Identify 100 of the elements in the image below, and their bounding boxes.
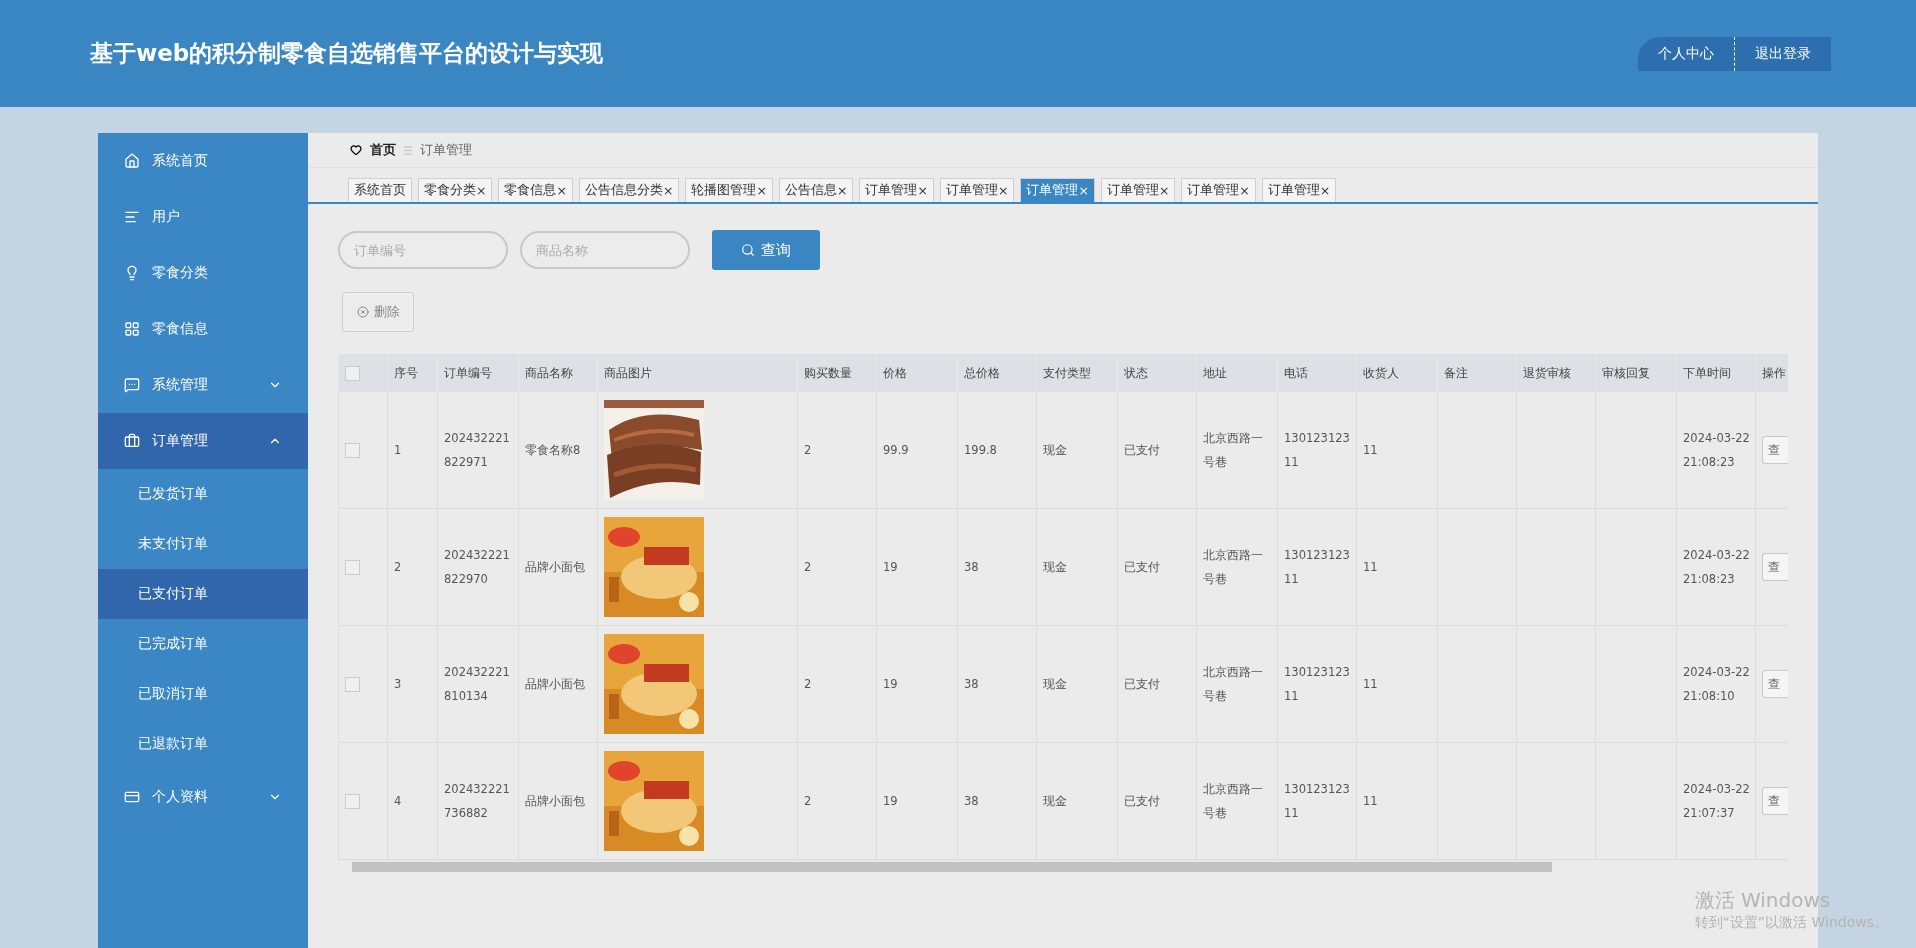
submenu-item[interactable]: 已取消订单	[98, 669, 308, 719]
table-cell: 202432221822970	[444, 547, 510, 586]
sidebar-item[interactable]: 用户	[98, 189, 308, 245]
sidebar-item[interactable]: 零食分类	[98, 245, 308, 301]
close-icon[interactable]: ×	[1158, 183, 1170, 198]
search-button[interactable]: 查询	[712, 230, 820, 270]
sidebar-item[interactable]: 零食信息	[98, 301, 308, 357]
table-cell: 199.8	[964, 442, 997, 457]
page-tab[interactable]: 订单管理×	[1020, 178, 1095, 202]
column-header: 序号	[394, 365, 418, 380]
table-cell: 北京西路一号巷	[1203, 430, 1263, 469]
close-icon[interactable]: ×	[756, 183, 767, 198]
header-link[interactable]: 个人中心	[1638, 36, 1734, 71]
table-cell: 品牌小面包	[525, 559, 585, 574]
menu-item-icon	[124, 321, 140, 337]
table-cell: 13012312311	[1284, 664, 1350, 703]
tab-label: 零食分类	[424, 182, 476, 199]
row-checkbox[interactable]	[345, 559, 360, 575]
column-header: 价格	[883, 365, 907, 380]
select-all-checkbox[interactable]	[345, 365, 360, 381]
sidebar-label: 个人资料	[152, 788, 209, 806]
page-tab[interactable]: 订单管理×	[1100, 178, 1176, 202]
close-icon[interactable]: ×	[1319, 183, 1331, 198]
row-checkbox[interactable]	[345, 793, 360, 809]
view-button[interactable]: 查	[1762, 553, 1788, 581]
table-cell: 19	[883, 793, 898, 808]
delete-button[interactable]: 删除	[342, 292, 414, 332]
column-header: 审核回复	[1602, 365, 1650, 380]
page-tab[interactable]: 零食信息×	[498, 178, 573, 202]
close-icon[interactable]: ×	[556, 183, 567, 198]
tab-label: 订单管理	[1026, 182, 1079, 199]
tab-label: 订单管理	[1187, 182, 1240, 199]
submenu-item[interactable]: 已支付订单	[98, 569, 308, 619]
heart-icon	[350, 144, 362, 156]
header-link[interactable]: 退出登录	[1734, 36, 1831, 71]
table-cell: 2	[804, 793, 812, 808]
column-header: 支付类型	[1043, 365, 1091, 380]
column-header: 备注	[1444, 365, 1468, 380]
sidebar-label: 系统管理	[152, 376, 209, 394]
table-cell: 北京西路一号巷	[1203, 547, 1263, 586]
table-cell: 2024-03-22 21:07:37	[1683, 781, 1750, 820]
separator-icon	[404, 145, 412, 155]
table-cell: 11	[1363, 793, 1378, 808]
view-button[interactable]: 查	[1762, 670, 1788, 698]
circle-x-icon	[356, 306, 369, 318]
column-header: 总价格	[964, 365, 1000, 380]
sidebar-item[interactable]: 系统首页	[98, 133, 308, 189]
submenu-item[interactable]: 已退款订单	[98, 719, 308, 769]
close-icon[interactable]: ×	[1239, 183, 1250, 198]
table-cell: 38	[964, 676, 979, 691]
page-tab[interactable]: 订单管理×	[1181, 178, 1256, 202]
close-icon[interactable]: ×	[997, 183, 1009, 198]
view-button[interactable]: 查	[1762, 436, 1788, 464]
view-button[interactable]: 查	[1762, 787, 1788, 815]
sidebar-label: 订单管理	[152, 432, 209, 450]
table-cell: 现金	[1043, 442, 1067, 457]
table-cell: 13012312311	[1284, 547, 1350, 586]
page-tab[interactable]: 系统首页	[348, 178, 412, 202]
sidebar-label: 零食分类	[152, 264, 209, 282]
row-checkbox[interactable]	[345, 442, 360, 458]
page-tab[interactable]: 公告信息分类×	[578, 178, 680, 202]
close-icon[interactable]: ×	[476, 183, 487, 198]
submenu-item[interactable]: 已发货订单	[98, 469, 308, 519]
breadcrumb-home[interactable]: 首页	[370, 141, 396, 159]
table-cell: 2	[804, 559, 812, 574]
sidebar-label: 用户	[152, 208, 181, 226]
close-icon[interactable]: ×	[836, 183, 848, 198]
page-tab[interactable]: 公告信息×	[778, 178, 854, 202]
close-icon[interactable]: ×	[1078, 183, 1089, 198]
page-tab[interactable]: 订单管理×	[939, 178, 1015, 202]
table-cell: 2024-03-22 21:08:23	[1683, 547, 1750, 586]
page-tab[interactable]: 订单管理×	[859, 178, 934, 202]
close-icon[interactable]: ×	[917, 183, 928, 198]
page-tab[interactable]: 轮播图管理×	[685, 178, 773, 202]
table-cell: 2	[394, 559, 402, 574]
table-cell: 品牌小面包	[525, 793, 585, 808]
tab-label: 公告信息分类	[584, 182, 663, 199]
tab-label: 订单管理	[1106, 182, 1159, 199]
sidebar-item[interactable]: 个人资料	[98, 769, 308, 825]
sidebar-item[interactable]: 系统管理	[98, 357, 308, 413]
column-header: 收货人	[1363, 365, 1399, 380]
page-tab[interactable]: 零食分类×	[418, 178, 493, 202]
table-cell: 19	[883, 559, 898, 574]
sidebar-item[interactable]: 订单管理	[98, 413, 308, 469]
table-cell: 38	[964, 793, 979, 808]
column-header: 操作	[1762, 365, 1786, 380]
submenu-item[interactable]: 已完成订单	[98, 619, 308, 669]
table-cell: 北京西路一号巷	[1203, 664, 1263, 703]
close-icon[interactable]: ×	[662, 183, 674, 198]
menu-item-icon	[124, 377, 140, 393]
column-header: 状态	[1124, 365, 1148, 380]
search-field[interactable]: 商品名称	[520, 231, 690, 269]
breadcrumb-item[interactable]: 订单管理	[420, 141, 472, 159]
submenu-item[interactable]: 未支付订单	[98, 519, 308, 569]
menu-item-icon	[124, 153, 140, 169]
table-cell: 11	[1363, 559, 1378, 574]
row-checkbox[interactable]	[345, 676, 360, 692]
page-tab[interactable]: 订单管理×	[1261, 178, 1337, 202]
search-field[interactable]: 订单编号	[338, 231, 508, 269]
sidebar-label: 零食信息	[152, 320, 209, 338]
